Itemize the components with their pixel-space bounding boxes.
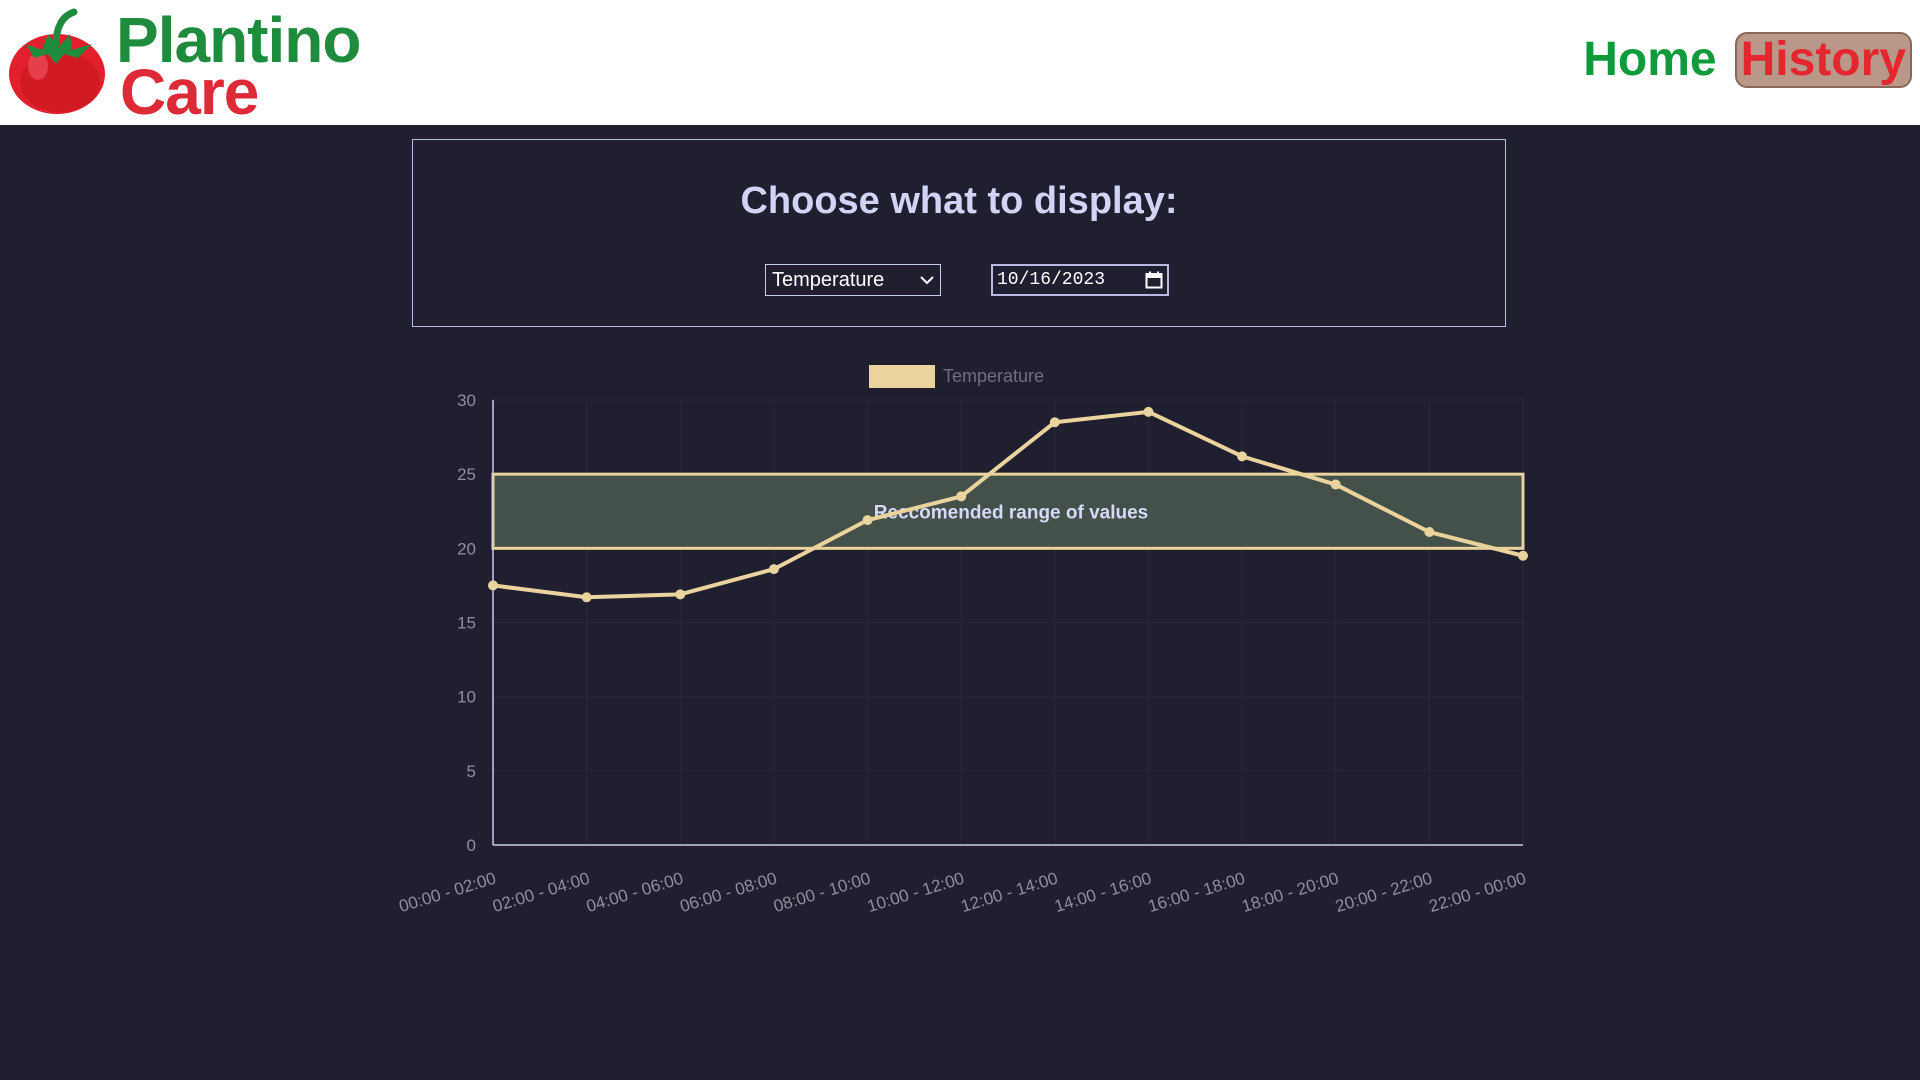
y-tick-label: 30 xyxy=(457,391,476,410)
x-tick-label: 08:00 - 10:00 xyxy=(771,869,872,916)
x-tick-label: 18:00 - 20:00 xyxy=(1240,869,1341,916)
legend-swatch[interactable] xyxy=(869,365,935,388)
y-tick-label: 20 xyxy=(457,539,476,558)
x-tick-label: 00:00 - 02:00 xyxy=(397,869,498,916)
data-point[interactable] xyxy=(581,592,592,603)
x-tick-label: 14:00 - 16:00 xyxy=(1052,869,1153,916)
y-tick-label: 5 xyxy=(467,762,476,781)
x-tick-label: 12:00 - 14:00 xyxy=(959,869,1060,916)
temperature-chart: Reccomended range of values 0 5 10 15 20 25 30… xyxy=(397,365,1528,916)
x-tick-label: 10:00 - 12:00 xyxy=(865,869,966,916)
legend-label[interactable]: Temperature xyxy=(943,366,1044,386)
y-tick-label: 0 xyxy=(467,836,476,855)
y-tick-label: 25 xyxy=(457,465,476,484)
data-point[interactable] xyxy=(862,515,873,526)
data-point[interactable] xyxy=(1143,406,1154,417)
data-point[interactable] xyxy=(1237,451,1248,462)
data-point[interactable] xyxy=(1424,527,1435,538)
data-point[interactable] xyxy=(488,580,498,591)
data-point[interactable] xyxy=(675,589,686,600)
data-point[interactable] xyxy=(1049,417,1060,428)
data-point[interactable] xyxy=(1330,479,1341,490)
x-tick-label: 20:00 - 22:00 xyxy=(1333,869,1434,916)
y-tick-label: 15 xyxy=(457,614,476,633)
data-point[interactable] xyxy=(1518,550,1528,561)
x-tick-label: 16:00 - 18:00 xyxy=(1146,869,1247,916)
recommended-range-label: Reccomended range of values xyxy=(874,502,1149,523)
data-point[interactable] xyxy=(768,564,779,575)
x-tick-label: 04:00 - 06:00 xyxy=(584,869,685,916)
x-tick-label: 06:00 - 08:00 xyxy=(678,869,779,916)
x-tick-label: 02:00 - 04:00 xyxy=(490,869,591,916)
x-tick-label: 22:00 - 00:00 xyxy=(1427,869,1528,916)
data-point[interactable] xyxy=(956,491,967,502)
y-tick-label: 10 xyxy=(457,688,476,707)
